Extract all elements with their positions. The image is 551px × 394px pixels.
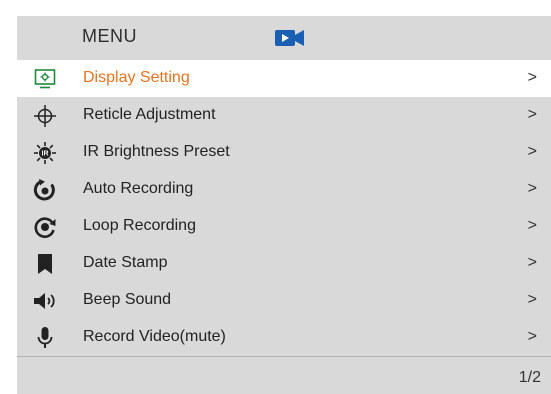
crosshair-icon <box>34 105 56 127</box>
ir-brightness-icon: IR <box>34 142 56 164</box>
bookmark-icon <box>38 254 52 274</box>
chevron-right-icon: > <box>527 254 537 271</box>
chevron-right-icon: > <box>527 180 537 197</box>
auto-record-icon <box>33 179 55 201</box>
display-settings-icon <box>34 69 56 89</box>
menu-item-label: Display Setting <box>83 69 190 86</box>
menu-item-reticle-adjustment[interactable]: Reticle Adjustment > <box>17 97 551 134</box>
loop-record-icon <box>34 217 56 238</box>
chevron-right-icon: > <box>527 217 537 234</box>
menu-item-ir-brightness-preset[interactable]: IR IR Brightness Preset > <box>17 134 551 171</box>
page-indicator: 1/2 <box>518 369 541 386</box>
menu-item-display-setting[interactable]: Display Setting > <box>17 60 551 97</box>
menu-panel: MENU Display Setting > Reticle Adjustmen… <box>17 16 551 394</box>
menu-item-label: Loop Recording <box>83 217 196 234</box>
chevron-right-icon: > <box>527 328 537 345</box>
footer-divider <box>17 356 551 357</box>
menu-item-label: Beep Sound <box>83 291 172 308</box>
chevron-right-icon: > <box>527 106 537 123</box>
speaker-icon <box>34 293 55 309</box>
menu-header: MENU <box>17 16 551 60</box>
menu-title: MENU <box>82 26 137 46</box>
menu-item-record-video-mute[interactable]: Record Video(mute) > <box>17 319 551 356</box>
menu-item-label: Auto Recording <box>83 180 194 197</box>
menu-item-label: Reticle Adjustment <box>83 106 216 123</box>
menu-item-beep-sound[interactable]: Beep Sound > <box>17 282 551 319</box>
menu-item-label: IR Brightness Preset <box>83 143 230 160</box>
video-camera-icon <box>275 30 304 46</box>
chevron-right-icon: > <box>527 69 537 86</box>
chevron-right-icon: > <box>527 291 537 308</box>
menu-item-date-stamp[interactable]: Date Stamp > <box>17 245 551 282</box>
menu-item-loop-recording[interactable]: Loop Recording > <box>17 208 551 245</box>
svg-text:IR: IR <box>42 151 49 158</box>
microphone-icon <box>37 327 53 348</box>
chevron-right-icon: > <box>527 143 537 160</box>
menu-item-label: Date Stamp <box>83 254 168 271</box>
menu-item-auto-recording[interactable]: Auto Recording > <box>17 171 551 208</box>
menu-item-label: Record Video(mute) <box>83 328 226 345</box>
